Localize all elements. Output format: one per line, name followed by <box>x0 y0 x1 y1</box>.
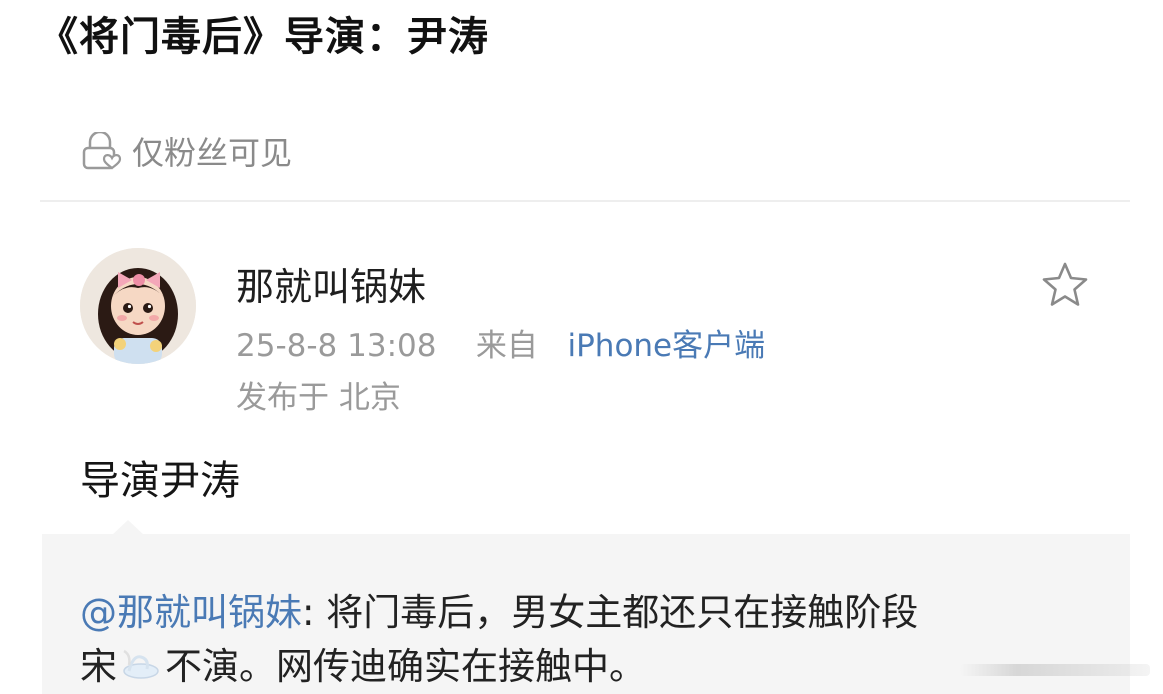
post-text: 导演尹涛 <box>80 458 240 504</box>
divider <box>40 200 1130 202</box>
post-source-link[interactable]: iPhone客户端 <box>567 328 765 364</box>
quote-mention-link[interactable]: @那就叫锅妹 <box>80 591 302 634</box>
post-username[interactable]: 那就叫锅妹 <box>236 256 426 311</box>
quote-line-2: 宋 不演。网传迪确实在接触中。 <box>80 636 646 690</box>
post-timestamp: 25-8-8 13:08 <box>236 328 437 364</box>
swan-emoji-icon <box>119 645 163 681</box>
lock-heart-icon <box>80 132 124 170</box>
post-meta: 25-8-8 13:08 来自 iPhone客户端 <box>236 320 765 365</box>
quote-line-1: @那就叫锅妹: 将门毒后，男女主都还只在接触阶段 <box>80 582 918 636</box>
page-headline: 《将门毒后》导演：尹涛 <box>38 14 489 60</box>
visibility-label: 仅粉丝可见 <box>132 134 293 172</box>
avatar[interactable] <box>80 248 196 364</box>
star-outline-icon[interactable] <box>1040 260 1090 310</box>
visibility-indicator: 仅粉丝可见 <box>80 128 292 174</box>
post-location: 发布于 北京 <box>236 380 401 416</box>
quote-text-2b: 不演。网传迪确实在接触中。 <box>165 645 646 688</box>
watermark <box>960 664 1150 676</box>
quote-text-2a: 宋 <box>80 645 117 688</box>
quote-notch <box>112 520 144 535</box>
quote-text-1: : 将门毒后，男女主都还只在接触阶段 <box>302 591 919 634</box>
post-source-prefix: 来自 <box>475 328 538 364</box>
